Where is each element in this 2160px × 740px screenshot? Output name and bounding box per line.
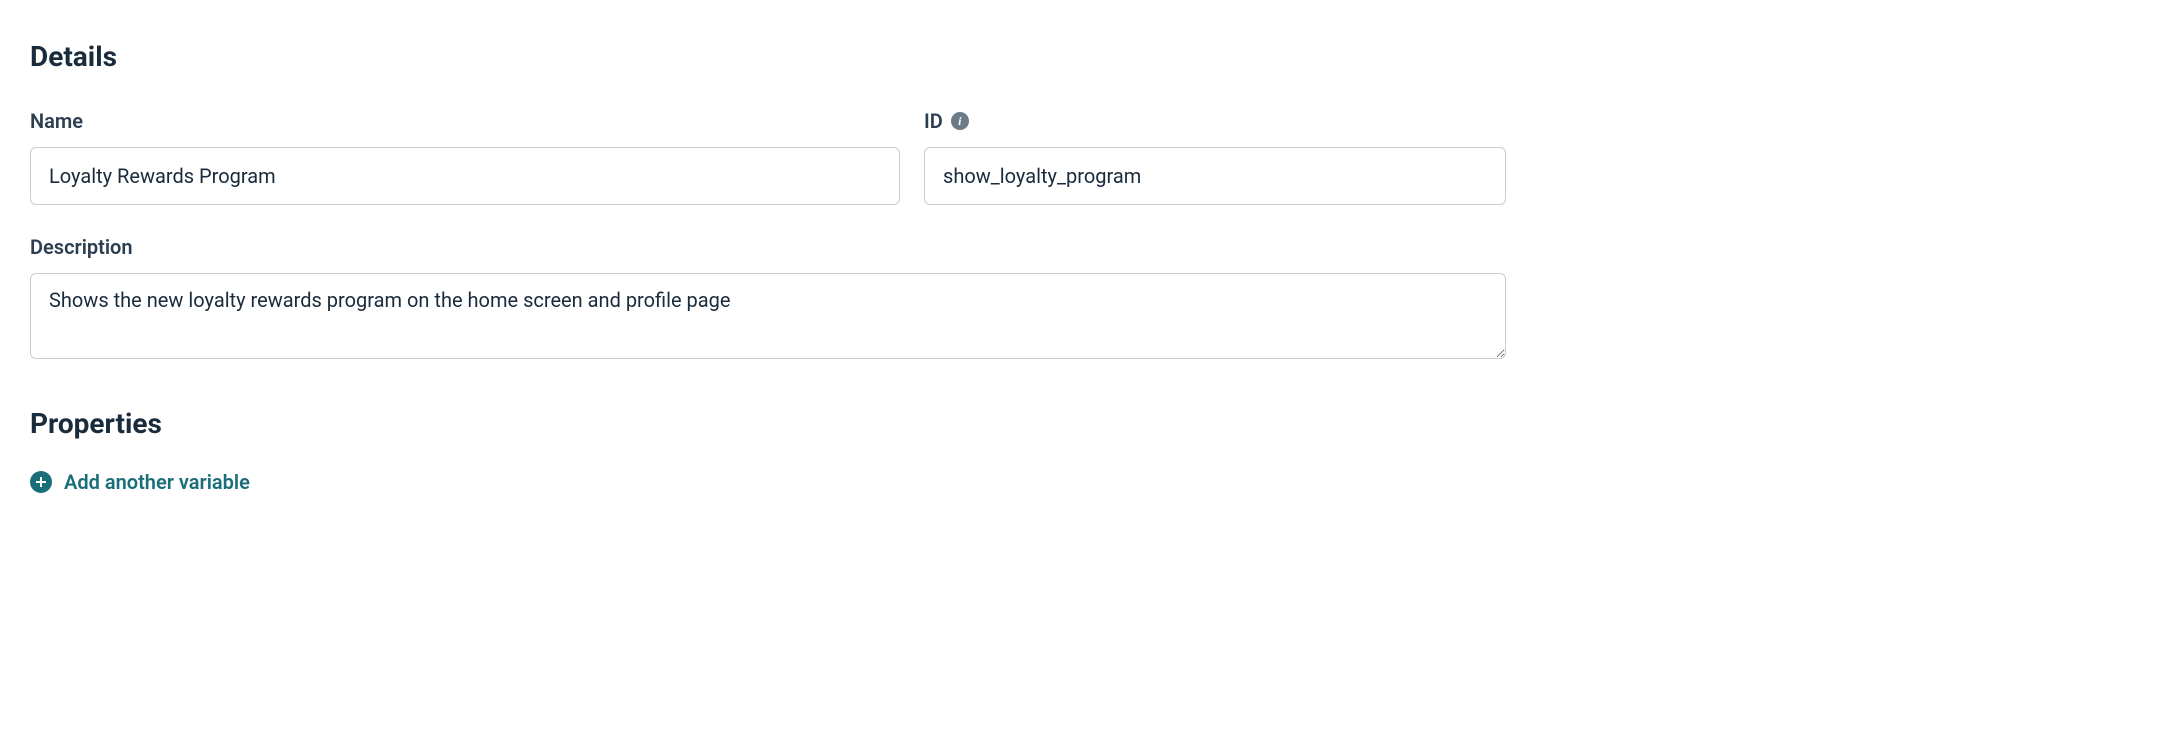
properties-heading: Properties (30, 407, 2130, 440)
description-label: Description (30, 235, 1506, 259)
name-field-group: Name (30, 109, 900, 205)
name-label: Name (30, 109, 900, 133)
details-heading: Details (30, 40, 2130, 73)
add-variable-button[interactable]: Add another variable (30, 470, 250, 494)
description-input[interactable] (30, 273, 1506, 359)
info-icon[interactable]: i (951, 112, 969, 130)
details-row-1: Name ID i (30, 109, 2130, 205)
id-label-text: ID (924, 109, 943, 133)
id-input[interactable] (924, 147, 1506, 205)
add-variable-label: Add another variable (64, 470, 250, 494)
plus-circle-icon (30, 471, 52, 493)
description-field-group: Description (30, 235, 1506, 359)
id-label: ID i (924, 109, 1506, 133)
id-field-group: ID i (924, 109, 1506, 205)
name-input[interactable] (30, 147, 900, 205)
